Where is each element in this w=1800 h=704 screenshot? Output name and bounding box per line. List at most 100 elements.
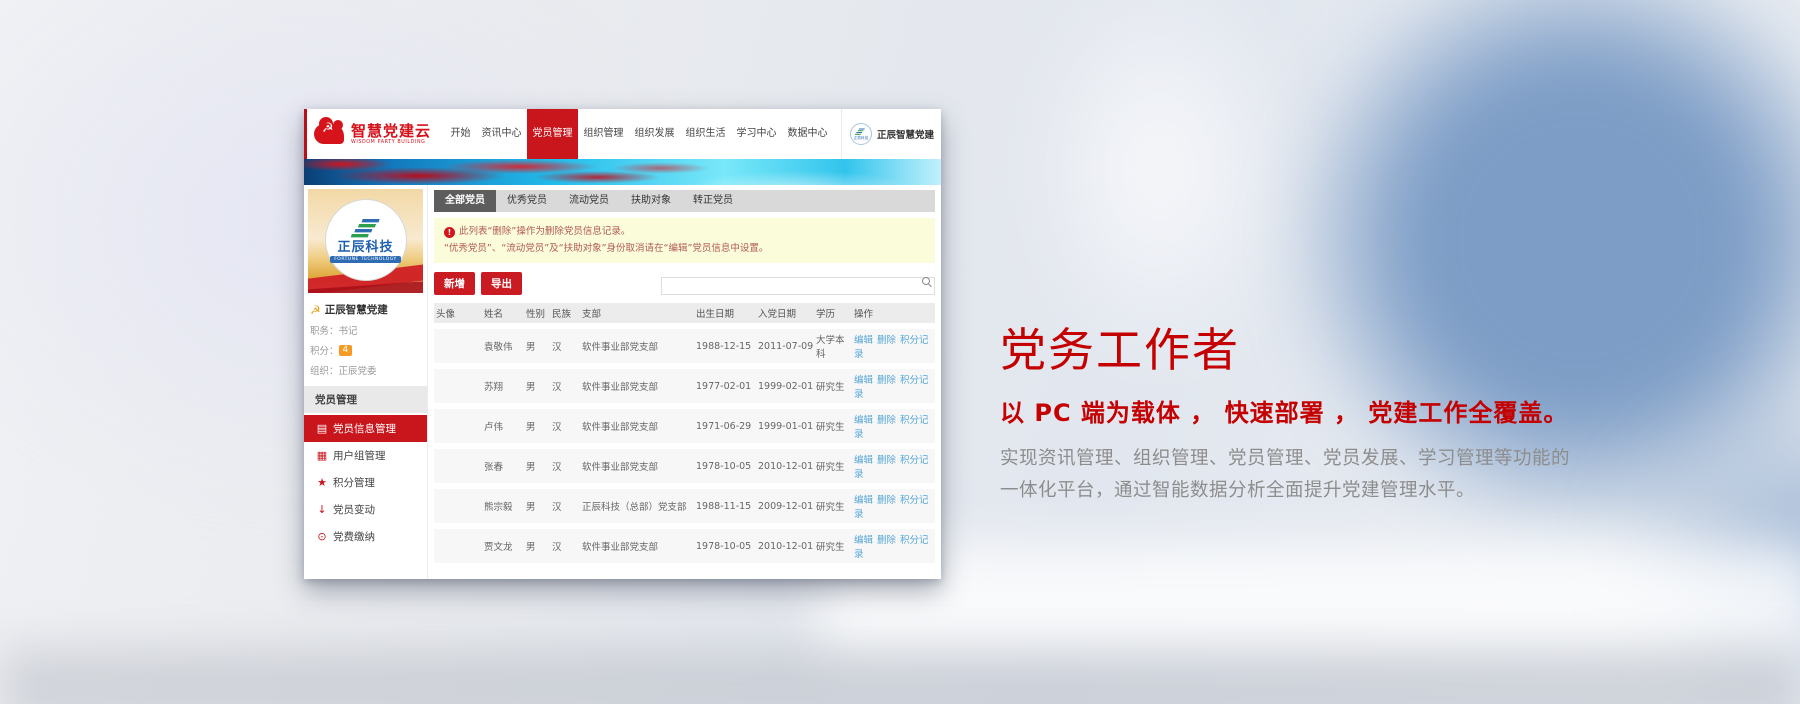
nav-item-7[interactable]: 数据中心	[782, 109, 833, 159]
current-user-name: 正辰智慧党建	[324, 304, 388, 316]
action-link-1[interactable]: 删除	[877, 335, 896, 346]
app-logo-subtitle: WISDOM PARTY BUILDING	[351, 140, 426, 145]
col-header-4: 支部	[582, 309, 602, 321]
action-link-1[interactable]: 删除	[877, 415, 896, 426]
profile-field-label: 职务：	[310, 326, 339, 337]
tab-4[interactable]: 转正党员	[682, 190, 744, 212]
search-box	[661, 273, 935, 295]
cell-join_date: 1999-01-01	[758, 420, 814, 432]
cell-branch: 正辰科技（总部）党支部	[582, 502, 687, 514]
cell-gender: 男	[526, 422, 536, 434]
cell-name: 袁敬伟	[484, 342, 513, 354]
org-logo-stripes-icon	[350, 218, 380, 237]
cell-gender: 男	[526, 382, 536, 394]
notice-line1: 此列表“删除”操作为删除党员信息记录。	[459, 226, 631, 237]
profile-field-value: 书记	[338, 326, 358, 337]
cell-name: 苏翔	[484, 382, 504, 394]
col-header-7: 学历	[816, 309, 836, 321]
nav-item-5[interactable]: 组织生活	[680, 109, 731, 159]
table-row: 袁敬伟 男 汉 软件事业部党支部 1988-12-15 2011-07-09 大学本科 编辑删…	[434, 329, 935, 364]
background-blue-chair-lower	[1600, 380, 1800, 700]
member-transfer-icon: ↓	[317, 503, 327, 516]
cloud-party-logo-icon: ☭	[314, 117, 344, 144]
points-icon: ★	[317, 476, 327, 489]
search-input[interactable]	[661, 276, 935, 295]
action-link-0[interactable]: 编辑	[854, 495, 873, 506]
cell-gender: 男	[526, 342, 536, 354]
tab-3[interactable]: 扶助对象	[620, 190, 682, 212]
tab-1[interactable]: 优秀党员	[496, 190, 558, 212]
add-button[interactable]: 新增	[434, 272, 475, 296]
nav-item-1[interactable]: 资讯中心	[476, 109, 527, 159]
col-header-6: 入党日期	[758, 309, 797, 321]
cell-birth_date: 1988-11-15	[696, 500, 752, 512]
sidebar-item-label: 党费缴纳	[333, 531, 375, 543]
nav-item-0[interactable]: 开始	[445, 109, 476, 159]
dues-payment-icon: ⊙	[317, 530, 327, 543]
col-header-8: 操作	[854, 309, 874, 321]
col-header-1: 姓名	[484, 309, 504, 321]
sidebar-item-2[interactable]: ★ 积分管理	[304, 469, 427, 496]
warning-icon: !	[444, 227, 455, 238]
row-actions: 编辑 删除 积分记录	[852, 412, 935, 440]
cell-gender: 男	[526, 502, 536, 514]
cell-birth_date: 1988-12-15	[696, 340, 752, 352]
app-logo[interactable]: ☭ 智慧党建云 WISDOM PARTY BUILDING	[314, 117, 431, 145]
nav-item-2[interactable]: 党员管理	[527, 109, 579, 159]
cell-ethnicity: 汉	[552, 382, 562, 394]
cell-join_date: 2010-12-01	[758, 460, 814, 472]
sidebar-item-4[interactable]: ⊙ 党费缴纳	[304, 523, 427, 550]
current-user: ☭ 正辰智慧党建	[310, 302, 421, 317]
nav-item-3[interactable]: 组织管理	[578, 109, 629, 159]
col-header-5: 出生日期	[696, 309, 735, 321]
partner-name: 正辰智慧党建	[876, 130, 934, 141]
member-table-body: 袁敬伟男汉软件事业部党支部 1988-12-15 2011-07-09 大学本科 编辑删…	[434, 329, 935, 564]
row-actions: 编辑 删除 积分记录	[852, 372, 935, 400]
org-profile-card: 正辰科技 FORTUNE TECHNOLOGY	[308, 189, 423, 293]
export-button[interactable]: 导出	[481, 272, 522, 296]
tab-0[interactable]: 全部党员	[434, 190, 496, 212]
points-badge: 4	[338, 344, 353, 356]
action-link-0[interactable]: 编辑	[854, 335, 873, 346]
action-link-0[interactable]: 编辑	[854, 415, 873, 426]
action-link-1[interactable]: 删除	[877, 535, 896, 546]
nav-item-6[interactable]: 学习中心	[731, 109, 782, 159]
org-logo-subtext: FORTUNE TECHNOLOGY	[330, 255, 401, 263]
action-link-1[interactable]: 删除	[877, 495, 896, 506]
red-silk-banner	[304, 159, 941, 185]
cell-ethnicity: 汉	[552, 422, 562, 434]
notice-box: ! 此列表“删除”操作为删除党员信息记录。 “优秀党员”、“流动党员”及“扶助对象…	[434, 218, 935, 264]
tab-2[interactable]: 流动党员	[558, 190, 620, 212]
table-row: 卢伟 男 汉 软件事业部党支部 1971-06-29 1999-01-01 研究生 编辑 删除积…	[434, 409, 935, 444]
sidebar-item-label: 积分管理	[333, 477, 375, 489]
nav-item-4[interactable]: 组织发展	[629, 109, 680, 159]
profile-fields: 职务： 书记 积分： 4 组织： 正辰党委	[308, 323, 423, 377]
col-header-2: 性别	[526, 309, 546, 321]
cell-branch: 软件事业部党支部	[582, 462, 659, 474]
cell-name: 熊宗毅	[484, 502, 513, 514]
action-link-1[interactable]: 删除	[877, 375, 896, 386]
cell-join_date: 1999-02-01	[758, 380, 814, 392]
table-header-row: 头像 姓名 性别 民族 支部 出生日期 入党日期 学历 操作	[434, 303, 935, 324]
profile-field-label: 积分：	[310, 346, 339, 357]
cell-ethnicity: 汉	[552, 542, 562, 554]
action-link-0[interactable]: 编辑	[854, 535, 873, 546]
row-actions: 编辑 删除 积分记录	[852, 492, 935, 520]
cell-birth_date: 1971-06-29	[696, 420, 752, 432]
user-group-icon: ▦	[316, 449, 328, 462]
cell-education: 研究生	[816, 422, 845, 434]
cell-name: 贾文龙	[484, 542, 513, 554]
marketing-desc-line2: 一体化平台，通过智能数据分析全面提升党建管理水平。	[1000, 480, 1476, 502]
sidebar-item-3[interactable]: ↓ 党员变动	[304, 496, 427, 523]
cell-join_date: 2010-12-01	[758, 540, 814, 552]
action-link-0[interactable]: 编辑	[854, 455, 873, 466]
action-link-0[interactable]: 编辑	[854, 375, 873, 386]
cell-birth_date: 1978-10-05	[696, 460, 752, 472]
header-left-accent	[304, 109, 307, 159]
cell-branch: 软件事业部党支部	[582, 422, 659, 434]
search-icon[interactable]	[922, 277, 930, 285]
action-link-1[interactable]: 删除	[877, 455, 896, 466]
cell-join_date: 2009-12-01	[758, 500, 814, 512]
sidebar-item-1[interactable]: ▦ 用户组管理	[304, 442, 427, 469]
sidebar-item-0[interactable]: ▤ 党员信息管理	[304, 415, 427, 442]
